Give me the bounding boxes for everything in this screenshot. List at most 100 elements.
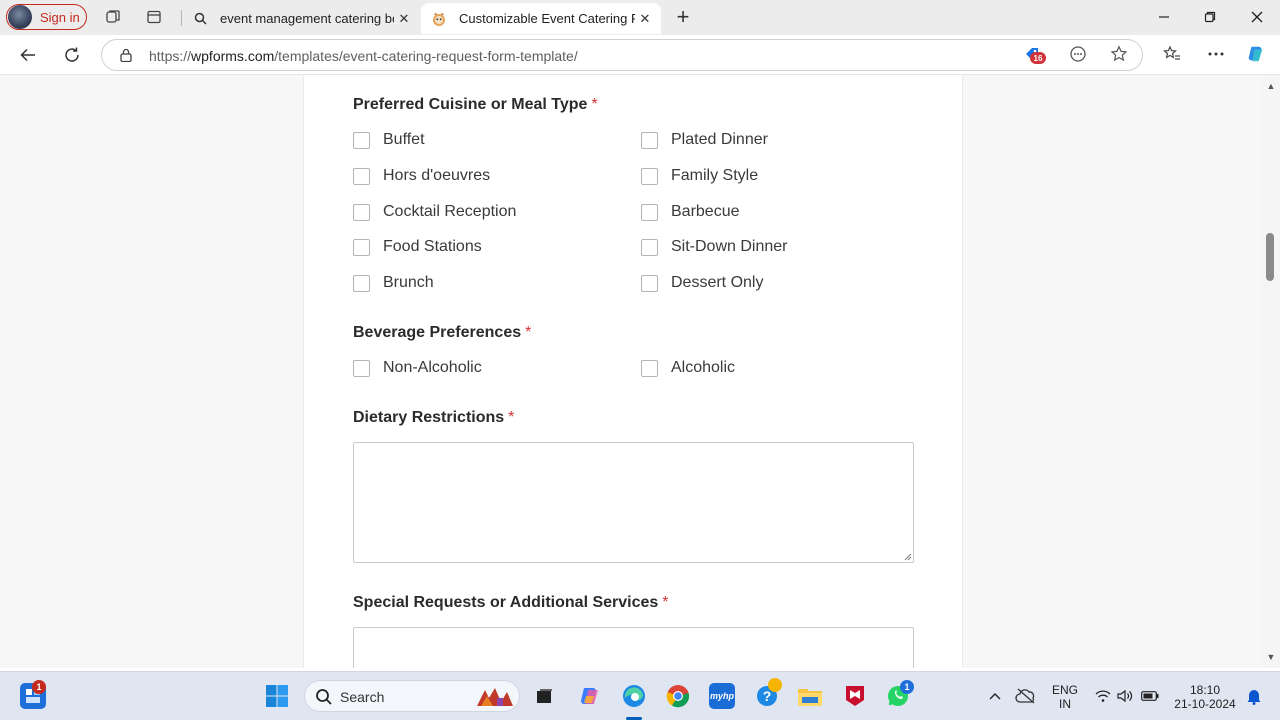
clock[interactable]: 18:10 21-10-2024 [1168, 683, 1242, 711]
search-highlight-icon [477, 688, 513, 706]
notification-bell-icon[interactable] [1241, 683, 1267, 709]
checkbox-alcoholic[interactable]: Alcoholic [641, 358, 735, 378]
task-view-icon[interactable] [531, 683, 557, 709]
workspaces-icon[interactable] [104, 8, 122, 26]
scroll-up-arrow-icon[interactable]: ▲ [1266, 81, 1276, 91]
checkbox[interactable] [353, 131, 370, 149]
checkbox[interactable] [353, 203, 370, 221]
tab-title: event management catering book [220, 11, 394, 26]
signin-label: Sign in [40, 9, 80, 25]
myhp-icon[interactable]: myhp [709, 683, 735, 709]
dietary-restrictions-textarea[interactable] [353, 442, 914, 563]
window-close-icon[interactable] [1245, 5, 1269, 29]
required-marker: * [508, 409, 515, 426]
checkbox-family-style[interactable]: Family Style [641, 166, 758, 186]
wpforms-favicon-icon [431, 11, 447, 27]
battery-icon[interactable] [1137, 683, 1163, 709]
page-viewport: Preferred Cuisine or Meal Type * Buffet H… [0, 75, 1262, 668]
widgets-badge: 1 [32, 680, 46, 694]
volume-icon[interactable] [1112, 683, 1138, 709]
special-requests-field-label: Special Requests or Additional Services * [353, 594, 669, 611]
restore-icon[interactable] [1198, 5, 1222, 29]
windows-start-icon[interactable] [264, 683, 290, 709]
more-options-icon[interactable] [1206, 44, 1226, 64]
file-explorer-icon[interactable] [797, 683, 823, 709]
show-hidden-icons-chevron-icon[interactable] [982, 683, 1008, 709]
extension-badge: 16 [1030, 52, 1046, 64]
close-tab-icon[interactable]: ✕ [394, 11, 414, 27]
checkbox-dessert-only[interactable]: Dessert Only [641, 273, 763, 293]
checkbox-label: Dessert Only [671, 274, 764, 291]
checkbox-sit-down-dinner[interactable]: Sit-Down Dinner [641, 237, 787, 257]
favorite-star-icon[interactable] [1109, 44, 1129, 64]
checkbox-label: Plated Dinner [671, 131, 768, 148]
close-tab-icon[interactable]: ✕ [635, 11, 655, 27]
onedrive-offline-icon[interactable] [1013, 683, 1039, 709]
checkbox[interactable] [353, 359, 370, 377]
chrome-icon[interactable] [665, 683, 691, 709]
checkbox-non-alcoholic[interactable]: Non-Alcoholic [353, 358, 482, 378]
required-marker: * [591, 96, 598, 113]
checkbox-label: Family Style [671, 167, 759, 184]
beverage-field-label: Beverage Preferences * [353, 324, 532, 341]
checkbox[interactable] [641, 131, 658, 149]
tab-actions-icon[interactable] [145, 8, 163, 26]
mcafee-icon[interactable] [842, 683, 868, 709]
back-arrow-icon[interactable] [16, 43, 40, 67]
cuisine-field-label: Preferred Cuisine or Meal Type * [353, 96, 598, 113]
reading-mode-icon[interactable] [1068, 44, 1088, 64]
copilot-icon[interactable] [1246, 44, 1266, 64]
checkbox-label: Non-Alcoholic [383, 359, 482, 376]
checkbox[interactable] [353, 274, 370, 292]
favorites-list-icon[interactable] [1162, 44, 1182, 64]
edge-browser-icon[interactable] [621, 683, 647, 709]
tab-search-results[interactable]: event management catering book ✕ [182, 3, 420, 34]
required-marker: * [662, 594, 669, 611]
clock-date: 21-10-2024 [1174, 697, 1236, 711]
checkbox-label: Sit-Down Dinner [671, 238, 788, 255]
checkbox[interactable] [353, 167, 370, 185]
taskbar-search[interactable]: Search [304, 680, 520, 712]
checkbox[interactable] [353, 238, 370, 256]
checkbox[interactable] [641, 238, 658, 256]
checkbox-label: Hors d'oeuvres [383, 167, 491, 184]
copilot-app-icon[interactable] [577, 683, 603, 709]
profile-avatar [8, 5, 32, 29]
checkbox[interactable] [641, 359, 658, 377]
checkbox-label: Brunch [383, 274, 434, 291]
form-card: Preferred Cuisine or Meal Type * Buffet H… [303, 75, 963, 668]
checkbox-hors-doeuvres[interactable]: Hors d'oeuvres [353, 166, 490, 186]
clock-time: 18:10 [1189, 683, 1221, 697]
dietary-field-label: Dietary Restrictions * [353, 409, 515, 426]
checkbox-label: Cocktail Reception [383, 203, 517, 220]
lock-icon[interactable] [120, 48, 132, 62]
input-language-indicator[interactable]: ENG IN [1049, 683, 1081, 711]
scroll-down-arrow-icon[interactable]: ▼ [1266, 652, 1276, 662]
checkbox-label: Alcoholic [671, 359, 736, 376]
refresh-icon[interactable] [60, 43, 84, 67]
checkbox-brunch[interactable]: Brunch [353, 273, 434, 293]
tab-wpforms[interactable]: Customizable Event Catering Request Form… [421, 3, 661, 34]
page-scrollbar[interactable]: ▲ ▼ [1262, 75, 1280, 668]
search-placeholder: Search [340, 689, 385, 705]
checkbox-label: Buffet [383, 131, 425, 148]
address-bar[interactable]: https://wpforms.com/templates/event-cate… [101, 39, 1143, 71]
checkbox-barbecue[interactable]: Barbecue [641, 202, 740, 222]
profile-signin-button[interactable]: Sign in [6, 4, 87, 30]
checkbox-cocktail-reception[interactable]: Cocktail Reception [353, 202, 516, 222]
checkbox-food-stations[interactable]: Food Stations [353, 237, 482, 257]
scroll-thumb[interactable] [1266, 233, 1274, 281]
checkbox[interactable] [641, 167, 658, 185]
help-notification-dot [768, 678, 782, 692]
checkbox-plated-dinner[interactable]: Plated Dinner [641, 130, 768, 150]
special-requests-textarea[interactable] [353, 627, 914, 668]
resize-grip-icon[interactable] [904, 553, 912, 561]
browser-tab-strip: Sign in event management catering book ✕… [0, 0, 1280, 35]
checkbox-label: Barbecue [671, 203, 740, 220]
new-tab-button[interactable]: + [672, 4, 694, 30]
checkbox[interactable] [641, 203, 658, 221]
search-icon [316, 689, 332, 705]
minimize-icon[interactable] [1152, 5, 1176, 29]
checkbox[interactable] [641, 274, 658, 292]
checkbox-buffet[interactable]: Buffet [353, 130, 425, 150]
